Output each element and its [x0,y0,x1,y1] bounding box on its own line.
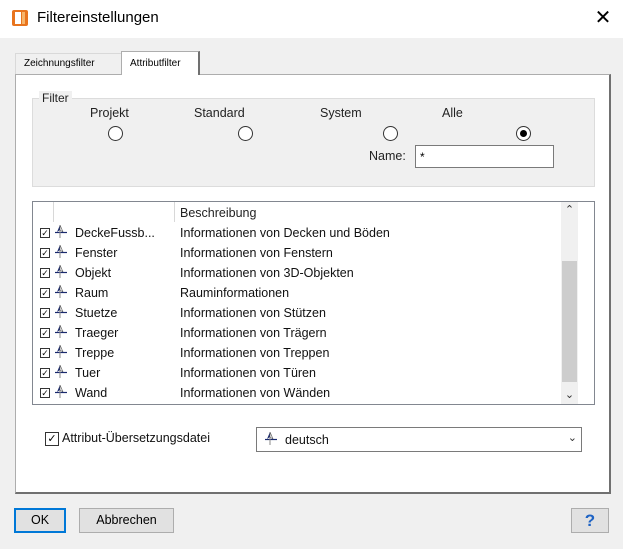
row-name: Tuer [75,366,101,380]
radio-label-system: System [320,106,362,120]
name-label: Name: [369,149,406,163]
close-button[interactable]: ✕ [590,5,616,31]
tab-attributfilter[interactable]: Attributfilter [121,51,200,75]
layer-icon [52,384,68,399]
scroll-thumb[interactable] [562,261,577,382]
row-checkbox[interactable]: ✓ [40,308,50,318]
title-bar: Filtereinstellungen ✕ [0,0,623,38]
layer-icon [52,264,68,279]
list-scrollbar[interactable]: ⌃ ⌄ [561,202,578,404]
filter-group: Filter Projekt Standard System Alle Name… [32,91,595,187]
layer-icon [52,304,68,319]
translation-checkbox[interactable]: ✓ [45,432,59,446]
row-description: Informationen von Stützen [180,306,326,320]
attribute-list: Beschreibung ✓ DeckeFussb... Informationen… [32,201,595,405]
row-description: Informationen von Türen [180,366,316,380]
layer-icon [52,244,68,259]
column-header-description[interactable]: Beschreibung [180,206,256,220]
attributfilter-panel: Filter Projekt Standard System Alle Name… [15,74,611,494]
column-separator [174,202,175,222]
row-checkbox[interactable]: ✓ [40,368,50,378]
row-checkbox[interactable]: ✓ [40,288,50,298]
row-checkbox[interactable]: ✓ [40,388,50,398]
row-checkbox[interactable]: ✓ [40,248,50,258]
radio-label-standard: Standard [194,106,245,120]
ok-button[interactable]: OK [14,508,66,533]
window-title: Filtereinstellungen [37,9,159,26]
row-name: Treppe [75,346,115,360]
row-checkbox[interactable]: ✓ [40,348,50,358]
list-item[interactable]: ✓ Raum Rauminformationen [33,283,561,303]
layer-icon [52,284,68,299]
list-item[interactable]: ✓ Stuetze Informationen von Stützen [33,303,561,323]
row-name: Stuetze [75,306,118,320]
layer-icon [52,324,68,339]
tab-zeichnungsfilter[interactable]: Zeichnungsfilter [15,53,122,75]
app-icon [12,10,28,26]
name-input[interactable] [415,145,554,168]
list-item[interactable]: ✓ Treppe Informationen von Treppen [33,343,561,363]
row-name: Traeger [75,326,119,340]
row-description: Rauminformationen [180,286,290,300]
dialog-body: Zeichnungsfilter Attributfilter Filter P… [0,38,623,549]
row-description: Informationen von Wänden [180,386,331,400]
layer-icon [265,432,277,445]
row-name: Raum [75,286,109,300]
row-description: Informationen von Treppen [180,346,330,360]
list-item[interactable]: ✓ Wand Informationen von Wänden [33,383,561,403]
list-item[interactable]: ✓ Objekt Informationen von 3D-Objekten [33,263,561,283]
translation-label: Attribut-Übersetzungsdatei [62,431,210,445]
row-description: Informationen von Trägern [180,326,327,340]
radio-label-projekt: Projekt [90,106,129,120]
row-name: Wand [75,386,108,400]
radio-standard[interactable] [238,126,253,141]
translation-select[interactable]: deutsch ⌄ [256,427,582,452]
layer-icon [52,364,68,379]
filter-legend: Filter [39,91,72,105]
scroll-down-button[interactable]: ⌄ [561,387,578,404]
list-item[interactable]: ✓ Tuer Informationen von Türen [33,363,561,383]
list-item[interactable]: ✓ Traeger Informationen von Trägern [33,323,561,343]
translation-select-value: deutsch [285,433,329,447]
row-checkbox[interactable]: ✓ [40,328,50,338]
radio-projekt[interactable] [108,126,123,141]
row-name: Objekt [75,266,112,280]
list-item[interactable]: ✓ DeckeFussb... Informationen von Decken u… [33,223,561,243]
row-description: Informationen von 3D-Objekten [180,266,354,280]
scroll-up-button[interactable]: ⌃ [561,202,578,219]
row-checkbox[interactable]: ✓ [40,228,50,238]
layer-icon [52,224,68,239]
cancel-button[interactable]: Abbrechen [79,508,174,533]
help-button[interactable]: ? [571,508,609,533]
column-separator [53,202,54,222]
layer-icon [52,344,68,359]
row-name: Fenster [75,246,118,260]
radio-alle[interactable] [516,126,531,141]
row-description: Informationen von Fenstern [180,246,333,260]
chevron-down-icon: ⌄ [567,432,577,444]
row-description: Informationen von Decken und Böden [180,226,390,240]
radio-label-alle: Alle [442,106,463,120]
list-item[interactable]: ✓ Fenster Informationen von Fenstern [33,243,561,263]
radio-system[interactable] [383,126,398,141]
row-name: DeckeFussb... [75,226,155,240]
row-checkbox[interactable]: ✓ [40,268,50,278]
